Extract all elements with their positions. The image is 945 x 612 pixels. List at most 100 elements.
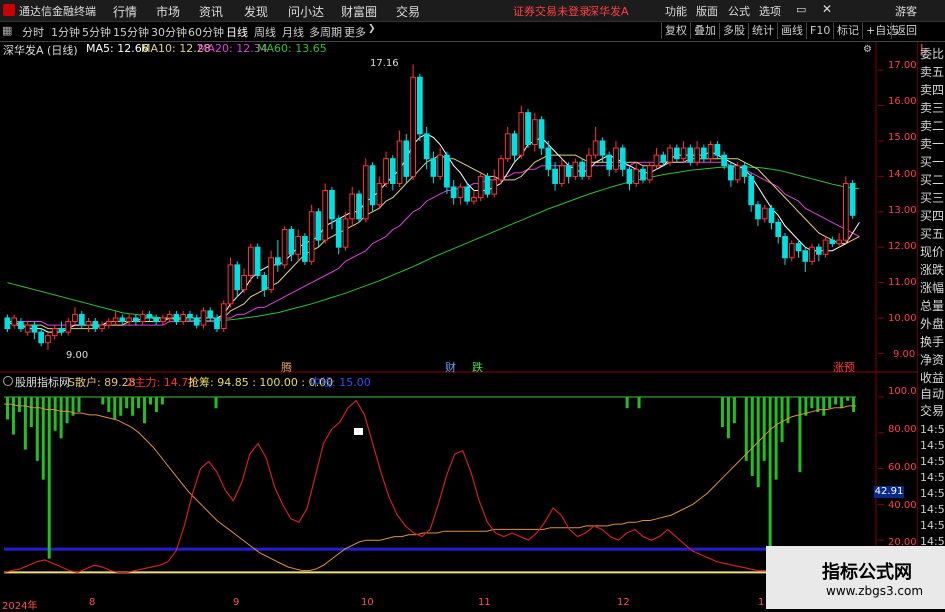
- green-bar: [47, 396, 51, 559]
- menu-function[interactable]: 功能: [665, 3, 687, 19]
- candle-body: [525, 112, 531, 146]
- candle: [31, 321, 38, 340]
- side-item-sell4[interactable]: 卖四: [920, 81, 944, 98]
- candle-body: [809, 246, 815, 262]
- indicator-toggle-icon[interactable]: [3, 376, 13, 386]
- side-item-buy1[interactable]: 买一: [920, 153, 944, 170]
- side-item-volume[interactable]: 总量: [920, 297, 944, 314]
- candle-body: [741, 165, 748, 177]
- btn-mark[interactable]: 标记: [833, 23, 862, 39]
- tab-5min[interactable]: 5分钟: [82, 24, 111, 40]
- side-item-earnings[interactable]: 收益: [920, 369, 944, 386]
- green-bar: [77, 396, 81, 412]
- candle: [24, 321, 31, 336]
- indicator-name[interactable]: 股朋指标网: [15, 374, 70, 390]
- candle: [842, 176, 849, 244]
- btn-overlay[interactable]: 叠加: [690, 23, 719, 39]
- btn-stats[interactable]: 统计: [748, 23, 777, 39]
- menu-quotes[interactable]: 行情: [113, 3, 137, 20]
- candle: [450, 179, 457, 205]
- candle: [335, 215, 342, 255]
- tab-60min[interactable]: 60分钟: [188, 24, 224, 40]
- menu-ask[interactable]: 问小达: [288, 3, 324, 20]
- login-warning[interactable]: 证券交易未登录: [513, 3, 590, 19]
- green-bar: [101, 396, 105, 405]
- price-tick: 17.00: [888, 60, 917, 71]
- btn-adjust[interactable]: 复权: [661, 23, 690, 39]
- menu-layout[interactable]: 版面: [696, 3, 718, 19]
- tab-1min[interactable]: 1分钟: [51, 24, 80, 40]
- candle-body: [72, 313, 78, 323]
- side-item-net-asset[interactable]: 净资: [920, 351, 944, 368]
- green-bar: [762, 396, 766, 461]
- side-item-sell1[interactable]: 卖一: [920, 135, 944, 152]
- candle: [673, 144, 680, 163]
- top-stock-name[interactable]: 深华发A: [588, 3, 629, 19]
- side-item-weibi[interactable]: 委比: [920, 45, 944, 62]
- candle: [274, 240, 281, 272]
- price-tick: 11.00: [888, 277, 917, 288]
- side-item-sell2[interactable]: 卖二: [920, 117, 944, 134]
- menu-guest[interactable]: 游客: [895, 3, 917, 19]
- candle: [829, 236, 836, 248]
- candle: [809, 243, 815, 265]
- candle: [410, 64, 416, 180]
- candle: [444, 151, 450, 195]
- candle-body: [342, 218, 349, 248]
- tab-more[interactable]: 更多: [344, 24, 366, 40]
- candle-body: [613, 147, 619, 170]
- tab-monthly[interactable]: 月线: [282, 24, 304, 40]
- green-bar: [726, 396, 730, 439]
- candle: [173, 310, 180, 326]
- menu-trade[interactable]: 交易: [396, 3, 420, 20]
- candle: [403, 133, 410, 184]
- side-item-price[interactable]: 现价: [920, 243, 944, 260]
- side-item-sell3[interactable]: 卖三: [920, 99, 944, 116]
- candle: [741, 162, 748, 184]
- side-item-change-pct[interactable]: 涨幅: [920, 279, 944, 296]
- watermark-url: www.zbgs3.com: [826, 584, 924, 598]
- candle-body: [58, 328, 65, 333]
- menu-news[interactable]: 资讯: [199, 3, 223, 20]
- green-bar: [107, 396, 111, 412]
- btn-draw[interactable]: 画线: [777, 23, 806, 39]
- menu-wealth[interactable]: 财富圈: [341, 3, 377, 20]
- candle: [457, 183, 464, 205]
- candle-body: [369, 165, 376, 206]
- btn-multi-stock[interactable]: 多股: [719, 23, 748, 39]
- more-arrow-icon[interactable]: ❯: [368, 24, 376, 34]
- side-item-buy3[interactable]: 买三: [920, 189, 944, 206]
- menu-options[interactable]: 选项: [759, 3, 781, 19]
- side-item-turnover[interactable]: 换手: [920, 333, 944, 350]
- tab-15min[interactable]: 15分钟: [113, 24, 149, 40]
- btn-back[interactable]: 返回: [891, 23, 920, 39]
- candle-body: [511, 133, 518, 156]
- grid-icon[interactable]: ▦: [2, 24, 12, 37]
- side-trade-button[interactable]: 交易: [920, 402, 944, 419]
- menu-market[interactable]: 市场: [156, 3, 180, 20]
- tab-30min[interactable]: 30分钟: [151, 24, 187, 40]
- side-auto-button[interactable]: 自动: [920, 385, 944, 402]
- tab-multi-period[interactable]: 多周期: [309, 24, 342, 40]
- menu-discover[interactable]: 发现: [244, 3, 268, 20]
- menu-formula[interactable]: 公式: [728, 3, 750, 19]
- btn-f10[interactable]: F10: [806, 23, 833, 39]
- side-item-sell5[interactable]: 卖五: [920, 63, 944, 80]
- candle: [308, 204, 315, 265]
- tab-intraday[interactable]: 分时: [22, 24, 44, 40]
- candle-body: [322, 190, 329, 241]
- kline-chart[interactable]: [0, 42, 917, 609]
- side-item-outer[interactable]: 外盘: [920, 315, 944, 332]
- side-item-buy4[interactable]: 买四: [920, 207, 944, 224]
- candle-body: [268, 257, 274, 291]
- candle: [613, 140, 619, 173]
- close-icon[interactable]: ✕: [822, 2, 832, 16]
- tab-weekly[interactable]: 周线: [254, 24, 276, 40]
- side-item-change[interactable]: 涨跌: [920, 261, 944, 278]
- settings-gear-icon[interactable]: ⚙: [863, 44, 872, 55]
- side-item-buy5[interactable]: 买五: [920, 225, 944, 242]
- minimize-icon[interactable]: ▭: [796, 3, 806, 16]
- side-item-buy2[interactable]: 买二: [920, 171, 944, 188]
- candle-body: [207, 310, 214, 319]
- tab-daily[interactable]: 日线: [226, 24, 248, 40]
